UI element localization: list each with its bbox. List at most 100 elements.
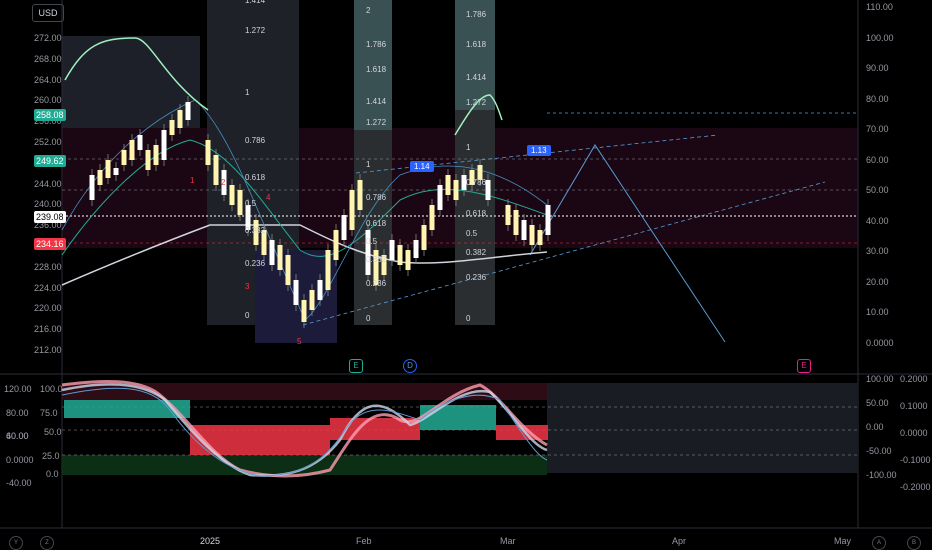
corner-button-z[interactable]: Z — [40, 536, 54, 550]
oscillator-tick-label: 25.0 — [42, 451, 60, 461]
oscillator-bar — [126, 400, 128, 418]
oscillator-bar — [540, 425, 542, 440]
oscillator-bar — [514, 425, 516, 440]
oscillator-bar — [116, 400, 118, 418]
time-tick-label: Apr — [672, 536, 687, 546]
oscillator-bar — [442, 405, 444, 430]
earnings-marker-upcoming[interactable]: E — [797, 359, 811, 373]
oscillator-bar — [146, 400, 148, 418]
candle-body — [177, 110, 183, 128]
oscillator-bar — [324, 425, 326, 455]
fib-level-label: 0.382 — [466, 248, 487, 257]
percent-tick-label: 10.00 — [866, 307, 889, 317]
candle-body — [105, 160, 111, 178]
oscillator-bar — [86, 400, 88, 418]
candle-body — [213, 155, 219, 185]
oscillator-bar — [70, 400, 72, 418]
candle-body — [309, 290, 315, 310]
oscillator-bar — [460, 405, 462, 430]
percent-tick-label: 90.00 — [866, 63, 889, 73]
oscillator-tick-label: 0.0 — [46, 469, 59, 479]
price-tick-label: 244.00 — [34, 178, 62, 189]
oscillator-bar — [222, 425, 224, 455]
oscillator-bar — [158, 400, 160, 418]
oscillator-bar — [330, 418, 332, 440]
oscillator-bar — [382, 418, 384, 440]
oscillator-bar — [370, 418, 372, 440]
oscillator-bar — [240, 425, 242, 455]
oscillator-bar — [320, 425, 322, 455]
currency-button[interactable]: USD — [32, 4, 64, 22]
oscillator-tick-label: 80.00 — [6, 408, 29, 418]
percent-tick-label: 0.0000 — [866, 337, 894, 348]
oscillator-tick-label: 75.0 — [40, 408, 58, 418]
oscillator-bar — [132, 400, 134, 418]
wave-label: 5 — [297, 337, 302, 346]
oscillator-bar — [508, 425, 510, 440]
price-tick-label: 252.00 — [34, 137, 62, 147]
oscillator-bar — [336, 418, 338, 440]
time-tick-label: May — [834, 536, 852, 546]
oscillator-bar — [500, 425, 502, 440]
candle-body — [185, 102, 191, 120]
oscillator-bar — [64, 400, 66, 418]
oscillator-bar — [504, 425, 506, 440]
corner-button-y[interactable]: Y — [9, 536, 23, 550]
fib-level-label: 1.272 — [366, 118, 387, 127]
earnings-marker[interactable]: E — [349, 359, 363, 373]
oscillator-bar — [312, 425, 314, 455]
oscillator-bar — [284, 425, 286, 455]
fib-level-label: 0 — [466, 314, 471, 323]
oscillator-bar — [110, 400, 112, 418]
oscillator-tick-label: -0.2000 — [900, 482, 931, 492]
oscillator-bar — [334, 418, 336, 440]
oscillator-bar — [102, 400, 104, 418]
price-tick-label: 212.00 — [34, 345, 62, 355]
oscillator-bar — [476, 405, 478, 430]
oscillator-bar — [454, 405, 456, 430]
oscillator-bar — [238, 425, 240, 455]
oscillator-bar — [478, 405, 480, 430]
candle-body — [161, 130, 167, 160]
oscillator-bar — [230, 425, 232, 455]
oscillator-bar — [390, 418, 392, 440]
corner-button-b[interactable]: B — [907, 536, 921, 550]
candle-body — [485, 180, 491, 200]
oscillator-bar — [250, 425, 252, 455]
oscillator-bar — [138, 400, 140, 418]
oscillator-bar — [450, 405, 452, 430]
oscillator-bar — [452, 405, 454, 430]
oscillator-bar — [286, 425, 288, 455]
candle-body — [169, 120, 175, 135]
candle-body — [205, 140, 211, 165]
oscillator-bar — [76, 400, 78, 418]
oscillator-bar — [492, 405, 494, 430]
auto-scale-button[interactable]: A — [872, 536, 886, 550]
percent-tick-label: 100.00 — [866, 32, 894, 43]
oscillator-tick-label: 40.00 — [6, 431, 29, 441]
candle-body — [97, 170, 103, 185]
oscillator-bar — [124, 400, 126, 418]
oscillator-histogram — [64, 400, 548, 455]
candle-body — [293, 280, 299, 305]
oscillator-bar — [272, 425, 274, 455]
oscillator-bar — [84, 400, 86, 418]
dividend-marker[interactable]: D — [403, 359, 417, 373]
oscillator-bar — [544, 425, 546, 440]
candle-body — [333, 230, 339, 260]
oscillator-bar — [152, 400, 154, 418]
oscillator-bar — [134, 400, 136, 418]
oscillator-bar — [384, 418, 386, 440]
oscillator-bar — [112, 400, 114, 418]
oscillator-bar — [256, 425, 258, 455]
wave-label: 3 — [245, 282, 250, 291]
oscillator-bar — [542, 425, 544, 440]
percent-tick-label: 30.00 — [866, 246, 889, 256]
oscillator-bar — [228, 425, 230, 455]
candle-body — [437, 185, 443, 210]
oscillator-bar — [160, 400, 162, 418]
oscillator-bar — [216, 425, 218, 455]
oscillator-tick-label: 120.00 — [4, 384, 32, 394]
candle-body — [429, 205, 435, 230]
wave-label: 4 — [266, 193, 271, 202]
